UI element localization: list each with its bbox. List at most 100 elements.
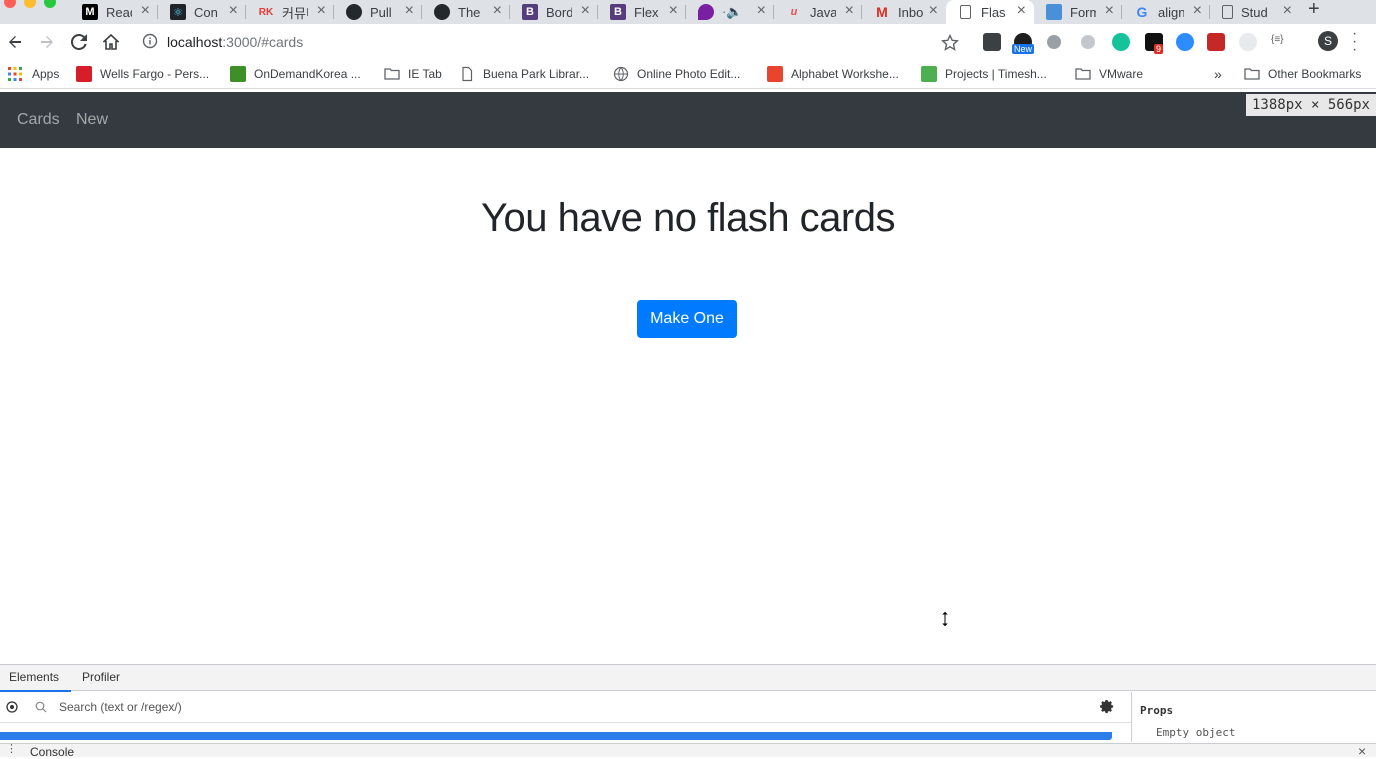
extension-icon[interactable]: [1047, 35, 1061, 49]
reload-button[interactable]: [67, 30, 91, 54]
tab-close-icon[interactable]: ×: [669, 2, 678, 20]
browser-tab[interactable]: Stud ×: [1210, 0, 1300, 24]
tab-close-icon[interactable]: ×: [141, 2, 150, 20]
browser-tab[interactable]: M Read ×: [70, 0, 158, 24]
tab-console[interactable]: Console: [30, 745, 74, 759]
browser-tab[interactable]: G align ×: [1122, 0, 1210, 24]
medium-icon: M: [82, 4, 98, 20]
props-header: Props: [1140, 704, 1174, 717]
bookmarks-overflow-button[interactable]: »: [1214, 66, 1222, 82]
browser-tab[interactable]: M Inbo ×: [862, 0, 946, 24]
props-value: Empty object: [1156, 726, 1236, 739]
browser-tab[interactable]: B Flex ×: [598, 0, 686, 24]
bookmark-vmware[interactable]: VMware: [1075, 66, 1143, 82]
drawer-menu-icon[interactable]: ⋮: [6, 742, 17, 755]
extension-icon[interactable]: [1239, 33, 1257, 51]
menu-kebab-icon[interactable]: · · ·: [1352, 26, 1357, 58]
gear-icon[interactable]: [1100, 699, 1115, 714]
audio-icon: ·🔈: [722, 4, 743, 19]
browser-tab[interactable]: Form ×: [1034, 0, 1122, 24]
browser-tab[interactable]: Pull ×: [334, 0, 422, 24]
tab-close-icon[interactable]: ×: [757, 2, 766, 20]
drawer-close-icon[interactable]: ×: [1358, 743, 1366, 759]
tab-close-icon[interactable]: ×: [581, 2, 590, 20]
zoom-icon[interactable]: [1176, 33, 1194, 51]
tab-close-icon[interactable]: ×: [845, 2, 854, 20]
extension-icon[interactable]: [1081, 35, 1095, 49]
udemy-icon: u: [790, 6, 798, 18]
address-bar[interactable]: localhost:3000/#cards: [136, 27, 971, 57]
browser-tab[interactable]: B Bord ×: [510, 0, 598, 24]
extension-icon[interactable]: [1207, 33, 1225, 51]
devtools-panel: Elements Profiler Search (text or /regex…: [0, 664, 1376, 759]
devtools-search-bar: Search (text or /regex/): [0, 692, 1131, 723]
browser-tab[interactable]: ·🔈 ×: [686, 0, 774, 24]
bookmark-buena-park[interactable]: Buena Park Librar...: [459, 66, 589, 82]
nav-link-cards[interactable]: Cards: [17, 111, 60, 129]
github-icon: [434, 4, 450, 20]
page-icon: [960, 5, 971, 19]
tab-close-icon[interactable]: ×: [1017, 2, 1026, 20]
google-icon: G: [1136, 4, 1148, 20]
new-tab-button[interactable]: +: [1308, 0, 1320, 21]
bookmark-wells-fargo[interactable]: Wells Fargo - Pers...: [76, 66, 209, 82]
json-viewer-icon[interactable]: {≡}: [1271, 34, 1284, 45]
window-zoom-button[interactable]: [44, 0, 56, 8]
picsart-icon: [698, 4, 714, 20]
bookmark-apps[interactable]: Apps: [7, 66, 59, 82]
tab-close-icon[interactable]: ×: [1193, 2, 1202, 20]
devtools-search-input[interactable]: Search (text or /regex/): [59, 700, 182, 714]
home-button[interactable]: [99, 30, 123, 54]
worksheet-icon: [767, 66, 783, 82]
page-icon: [462, 66, 473, 82]
extension-icon[interactable]: [983, 33, 1001, 51]
browser-tab-active[interactable]: Flas ×: [946, 0, 1034, 24]
browser-tab[interactable]: The ×: [422, 0, 510, 24]
info-icon[interactable]: [142, 33, 158, 49]
rk-icon: RK: [258, 6, 274, 18]
forward-button[interactable]: [35, 30, 59, 54]
grammarly-icon[interactable]: [1112, 33, 1130, 51]
tab-elements[interactable]: Elements: [0, 670, 72, 692]
tab-close-icon[interactable]: ×: [229, 2, 238, 20]
browser-tab[interactable]: RK 커뮤니 ×: [246, 0, 334, 24]
tab-profiler[interactable]: Profiler: [82, 670, 120, 684]
search-icon: [35, 701, 47, 713]
make-one-button[interactable]: Make One: [637, 300, 737, 338]
star-icon[interactable]: [941, 34, 959, 52]
tab-close-icon[interactable]: ×: [929, 2, 938, 20]
tab-close-icon[interactable]: ×: [1283, 2, 1292, 20]
profile-avatar[interactable]: S: [1318, 31, 1338, 51]
inspect-target-icon[interactable]: [5, 700, 19, 714]
bookmark-projects-timesheet[interactable]: Projects | Timesh...: [921, 66, 1047, 82]
bootstrap-icon: B: [610, 4, 626, 20]
resize-cursor-icon: [939, 610, 951, 628]
props-panel: Props Empty object: [1131, 692, 1376, 742]
bookmark-ondemandkorea[interactable]: OnDemandKorea ...: [230, 66, 361, 82]
page-viewport: Cards New 1388px × 566px You have no fla…: [0, 92, 1376, 664]
console-drawer: ⋮ Console ×: [0, 742, 1376, 759]
back-button[interactable]: [3, 30, 27, 54]
nav-link-new[interactable]: New: [76, 111, 108, 129]
bookmark-alphabet-worksheets[interactable]: Alphabet Workshe...: [767, 66, 899, 82]
selected-tree-row[interactable]: [0, 732, 1112, 740]
viewport-size-overlay: 1388px × 566px: [1245, 94, 1376, 116]
browser-tab[interactable]: u Java ×: [774, 0, 862, 24]
bookmark-photo-editor[interactable]: Online Photo Edit...: [613, 66, 740, 82]
bookmark-ie-tab[interactable]: IE Tab: [384, 66, 442, 82]
tab-close-icon[interactable]: ×: [317, 2, 326, 20]
empty-state-heading: You have no flash cards: [481, 196, 896, 240]
bookmarks-bar: Apps Wells Fargo - Pers... OnDemandKorea…: [0, 60, 1376, 89]
tab-close-icon[interactable]: ×: [493, 2, 502, 20]
window-minimize-button[interactable]: [24, 0, 36, 8]
other-bookmarks[interactable]: Other Bookmarks: [1244, 66, 1361, 82]
form-icon: [1046, 4, 1062, 20]
reload-icon: [71, 34, 87, 50]
app-navbar: Cards New 1388px × 566px: [0, 92, 1376, 148]
browser-tab[interactable]: ⚛ Con ×: [158, 0, 246, 24]
new-badge: New: [1012, 44, 1035, 54]
tab-close-icon[interactable]: ×: [405, 2, 414, 20]
tab-close-icon[interactable]: ×: [1105, 2, 1114, 20]
bootstrap-icon: B: [522, 4, 538, 20]
window-close-button[interactable]: [4, 0, 16, 8]
